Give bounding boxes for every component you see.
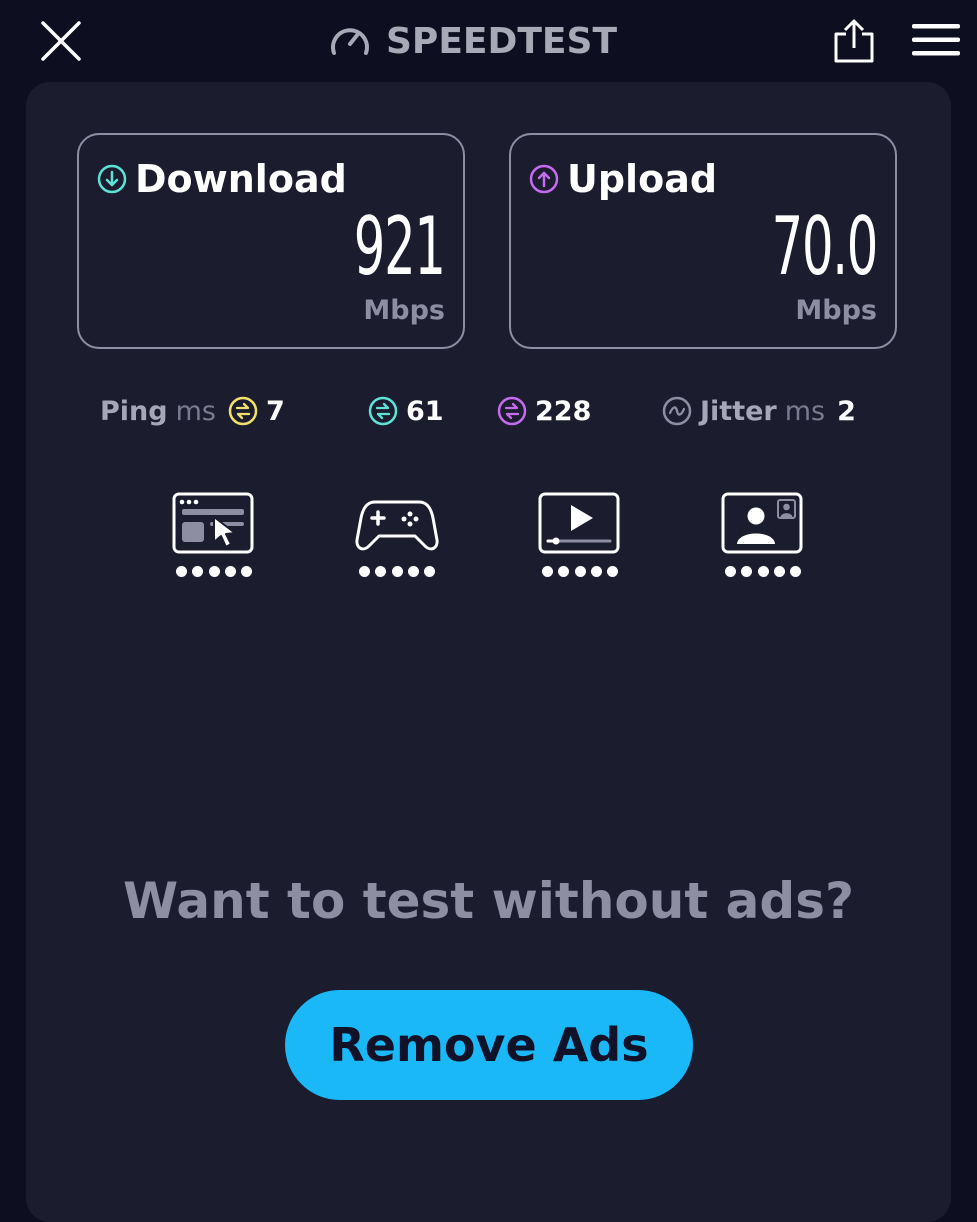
ping-upload-metric: 228: [497, 388, 591, 434]
results-panel: Download 921 Mbps Upload 70.0 Mbps Ping …: [26, 82, 951, 1222]
browser-cursor-icon: [172, 492, 254, 554]
app-logo: SPEEDTEST: [328, 18, 617, 64]
download-unit: Mbps: [363, 295, 445, 326]
remove-ads-prompt: Want to test without ads?: [123, 872, 854, 930]
experience-gaming[interactable]: [355, 492, 439, 582]
upload-header: Upload: [529, 157, 717, 201]
download-card: Download 921 Mbps: [77, 133, 465, 349]
ping-unit: ms: [175, 395, 216, 427]
close-button[interactable]: [40, 20, 82, 62]
app-title: SPEEDTEST: [386, 20, 618, 62]
experience-video-streaming[interactable]: [538, 492, 622, 582]
video-play-icon: [538, 492, 620, 554]
jitter-value: 2: [837, 395, 856, 427]
latency-metrics: Ping ms 7 61 228 Jitter ms 2: [26, 388, 951, 434]
download-speed-value: 921: [354, 200, 446, 293]
upload-label: Upload: [567, 157, 718, 201]
ping-label: Ping: [100, 395, 168, 427]
upload-card: Upload 70.0 Mbps: [509, 133, 897, 349]
ping-idle-icon: [228, 396, 258, 426]
browsing-rating: [176, 566, 252, 580]
jitter-icon: [662, 396, 692, 426]
ping-download-icon: [368, 396, 398, 426]
speedometer-icon: [331, 28, 369, 55]
video-chat-rating: [725, 566, 801, 580]
share-button[interactable]: [832, 18, 876, 64]
jitter-unit: ms: [784, 395, 826, 427]
gamepad-icon: [355, 500, 439, 551]
share-icon: [834, 19, 874, 63]
upload-speed-value: 70.0: [771, 200, 879, 293]
video-streaming-rating: [542, 566, 618, 580]
experience-browsing[interactable]: [172, 492, 256, 582]
download-header: Download: [97, 157, 347, 201]
remove-ads-button[interactable]: Remove Ads: [285, 990, 693, 1100]
jitter-label: Jitter: [700, 395, 777, 427]
gaming-rating: [359, 566, 435, 580]
hamburger-menu-icon: [912, 24, 960, 56]
arrow-down-circle-icon: [97, 164, 127, 194]
arrow-up-circle-icon: [529, 164, 559, 194]
close-icon: [41, 21, 81, 61]
jitter-metric: Jitter ms 2: [662, 388, 856, 434]
upload-unit: Mbps: [795, 295, 877, 326]
experience-video-chat[interactable]: [721, 492, 805, 582]
ping-download-value: 61: [406, 395, 444, 427]
menu-button[interactable]: [912, 22, 960, 58]
ping-download-metric: 61: [368, 388, 444, 434]
video-chat-icon: [721, 492, 803, 554]
ping-upload-icon: [497, 396, 527, 426]
ping-upload-value: 228: [535, 395, 592, 427]
ping-idle-value: 7: [265, 395, 285, 427]
top-bar: SPEEDTEST: [0, 0, 977, 82]
download-label: Download: [135, 157, 347, 201]
ping-idle-metric: Ping ms 7: [100, 388, 285, 434]
